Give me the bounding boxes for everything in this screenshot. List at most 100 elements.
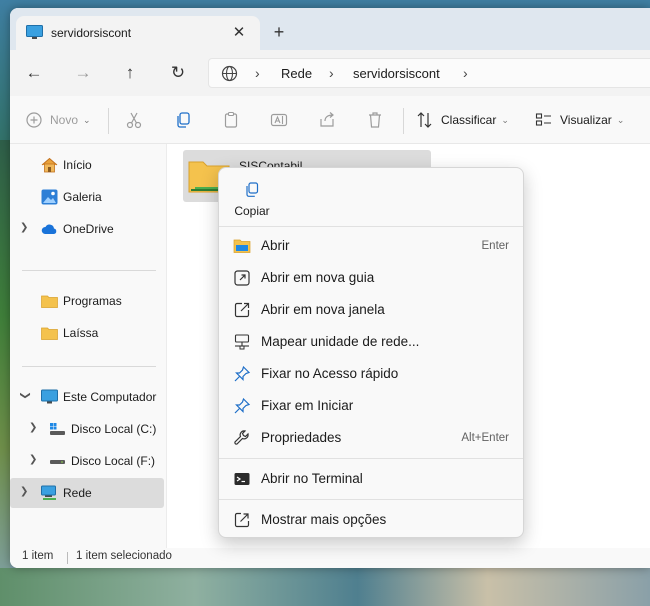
menu-item-mapear-unidade[interactable]: Mapear unidade de rede... [223, 327, 519, 357]
forward-button[interactable]: → [69, 60, 97, 86]
home-icon [41, 157, 58, 173]
chevron-right-icon[interactable]: ❯ [20, 486, 28, 497]
rename-button[interactable] [269, 109, 289, 131]
terminal-icon [234, 473, 250, 485]
sidebar-item-label: Galeria [63, 190, 102, 204]
menu-item-label: Fixar em Iniciar [261, 398, 354, 413]
open-folder-icon [233, 239, 251, 253]
breadcrumb-servidorsiscont[interactable]: servidorsiscont [353, 66, 440, 81]
sidebar-item-label: Disco Local (F:) [71, 454, 156, 468]
sidebar-item-label: Este Computador [63, 390, 157, 404]
rename-icon [270, 113, 288, 127]
more-options-icon [234, 512, 250, 528]
sidebar-item-rede[interactable]: ❯ Rede [10, 478, 164, 508]
toolbar-divider [403, 108, 404, 134]
sidebar-item-label: Início [63, 158, 92, 172]
copy-quick-action[interactable]: Copiar [227, 174, 277, 224]
sidebar-item-laissa[interactable]: Laíssa [10, 318, 164, 348]
copy-label: Copiar [234, 204, 270, 218]
breadcrumb-separator[interactable]: › [463, 65, 468, 81]
wrench-icon [234, 430, 249, 445]
copy-icon [246, 182, 259, 197]
computer-icon [41, 389, 58, 404]
menu-item-shortcut: Alt+Enter [461, 432, 509, 444]
cut-button[interactable] [124, 109, 144, 131]
chevron-down-icon[interactable]: ❯ [20, 391, 31, 399]
trash-icon [369, 112, 381, 128]
globe-icon [221, 65, 238, 82]
sidebar-item-programas[interactable]: Programas [10, 286, 164, 316]
sidebar-item-disco-c[interactable]: ❯ Disco Local (C:) [10, 414, 164, 444]
menu-item-label: Abrir [261, 238, 290, 253]
menu-item-propriedades[interactable]: Propriedades Alt+Enter [223, 423, 519, 453]
breadcrumb-separator[interactable]: › [255, 65, 260, 81]
menu-item-label: Abrir no Terminal [261, 471, 363, 486]
status-divider [67, 552, 68, 564]
menu-item-abrir-nova-guia[interactable]: Abrir em nova guia [223, 263, 519, 293]
chevron-down-icon: ⌄ [501, 114, 509, 125]
share-button[interactable] [317, 109, 337, 131]
copy-button[interactable] [173, 109, 193, 131]
desktop-wallpaper-left [0, 140, 10, 580]
new-tab-button[interactable]: + [268, 22, 290, 44]
delete-button[interactable] [365, 109, 385, 131]
menu-item-label: Abrir em nova guia [261, 270, 375, 285]
sidebar-item-este-computador[interactable]: ❯ Este Computador [10, 382, 164, 412]
menu-item-abrir-terminal[interactable]: Abrir no Terminal [223, 464, 519, 494]
paste-button[interactable] [221, 109, 241, 131]
sort-button[interactable]: Classificar ⌄ [415, 109, 509, 131]
cloud-icon [41, 224, 57, 234]
sidebar-item-label: Disco Local (C:) [71, 422, 157, 436]
menu-item-abrir-nova-janela[interactable]: Abrir em nova janela [223, 295, 519, 325]
chevron-down-icon: ⌄ [616, 114, 625, 125]
desktop-wallpaper-bottom [0, 568, 650, 606]
breadcrumb-rede[interactable]: Rede [281, 66, 312, 81]
menu-item-fixar-acesso-rapido[interactable]: Fixar no Acesso rápido [223, 359, 519, 389]
menu-item-label: Mostrar mais opções [261, 512, 387, 527]
refresh-button[interactable]: ↻ [164, 60, 192, 86]
navigation-pane: Início Galeria ❯ OneDrive Programas Laís… [10, 144, 167, 548]
sidebar-item-inicio[interactable]: Início [10, 150, 164, 180]
item-count: 1 item [22, 550, 54, 562]
network-icon [41, 485, 56, 500]
menu-item-abrir[interactable]: Abrir Enter [223, 231, 519, 261]
view-label: Visualizar [560, 113, 612, 127]
chevron-right-icon[interactable]: ❯ [29, 454, 37, 465]
scissors-icon [126, 112, 142, 129]
menu-item-label: Abrir em nova janela [261, 302, 385, 317]
sidebar-item-label: Programas [63, 294, 122, 308]
view-button[interactable]: Visualizar ⌄ [534, 109, 624, 131]
share-icon [320, 112, 334, 127]
drive-icon [50, 460, 65, 464]
folder-icon [41, 295, 58, 308]
selection-count: 1 item selecionado [76, 550, 172, 562]
context-menu: Copiar Abrir Enter Abrir em nova guia Ab… [218, 167, 524, 538]
address-bar[interactable]: › Rede › servidorsiscont › [208, 58, 650, 88]
new-window-icon [234, 302, 250, 318]
new-label: Novo [50, 113, 79, 127]
close-tab-icon[interactable]: ✕ [228, 22, 250, 44]
menu-divider [219, 226, 523, 227]
sidebar-item-onedrive[interactable]: ❯ OneDrive [10, 214, 164, 244]
sidebar-item-galeria[interactable]: Galeria [10, 182, 164, 212]
chevron-right-icon[interactable]: ❯ [20, 222, 28, 233]
sidebar-item-label: Laíssa [63, 326, 99, 340]
sort-icon [417, 112, 432, 128]
view-list-icon [535, 113, 551, 126]
tab-servidorsiscont[interactable]: servidorsiscont ✕ [16, 16, 260, 50]
gallery-icon [41, 189, 58, 205]
new-button[interactable]: Novo ⌄ [24, 109, 91, 131]
pin-start-icon [234, 397, 251, 414]
menu-item-mostrar-mais-opcoes[interactable]: Mostrar mais opções [223, 505, 519, 535]
back-button[interactable]: ← [20, 60, 48, 86]
sort-label: Classificar [441, 113, 497, 127]
chevron-right-icon[interactable]: ❯ [29, 422, 37, 433]
toolbar-divider [108, 108, 109, 134]
breadcrumb-separator[interactable]: › [329, 65, 334, 81]
command-bar: Novo ⌄ Classificar ⌄ Visualizar ⌄ [10, 96, 650, 144]
menu-item-fixar-iniciar[interactable]: Fixar em Iniciar [223, 391, 519, 421]
title-bar: servidorsiscont ✕ + [10, 8, 650, 50]
up-button[interactable]: ↑ [116, 60, 144, 86]
navigation-bar: ← → ↑ ↻ › Rede › servidorsiscont › [10, 50, 650, 96]
sidebar-item-disco-f[interactable]: ❯ Disco Local (F:) [10, 446, 164, 476]
